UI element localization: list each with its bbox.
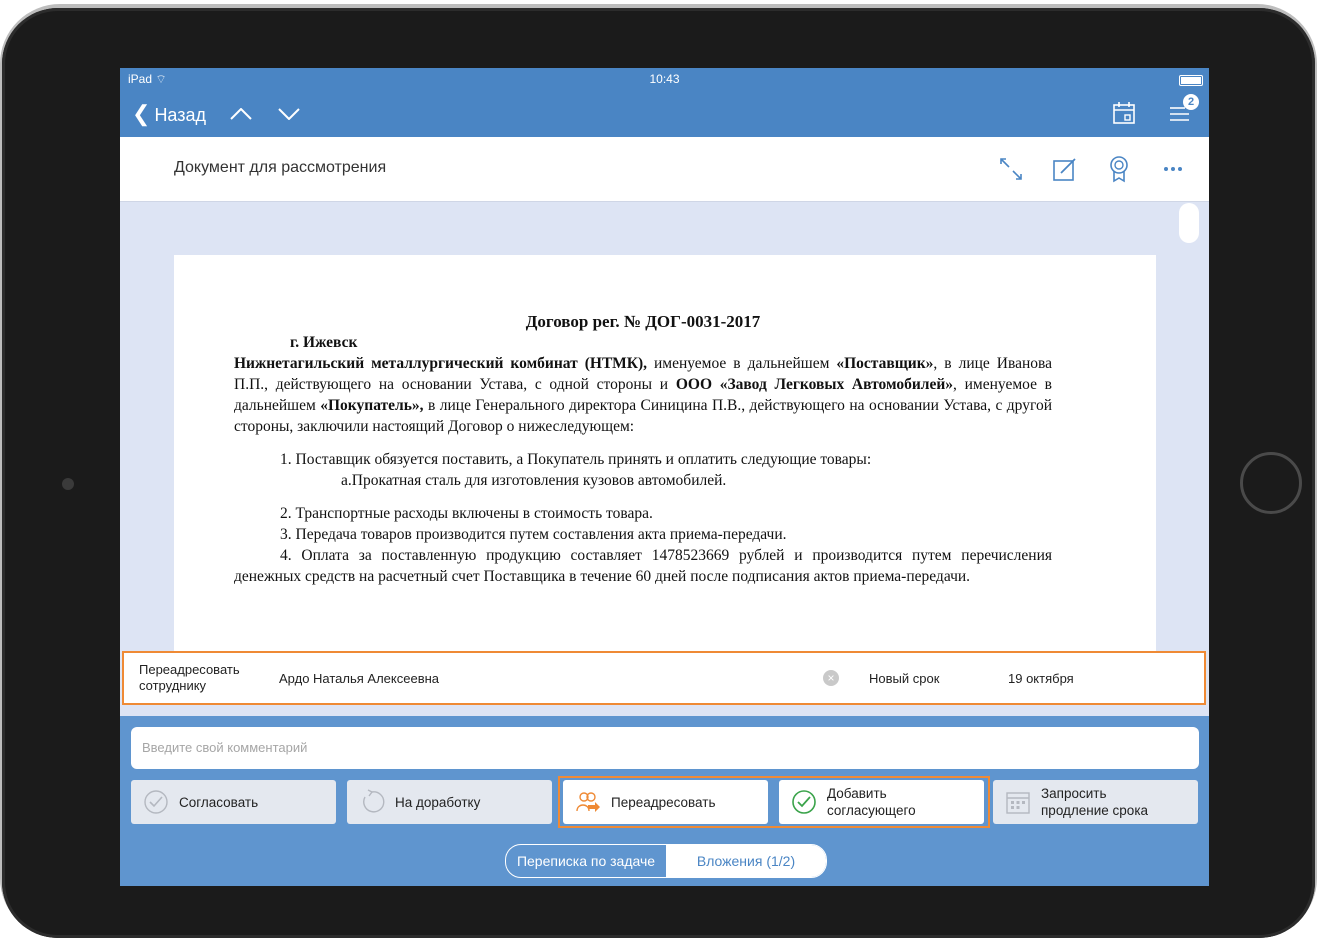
assignee-field[interactable]: Ардо Наталья Алексеевна [279,671,439,686]
notification-badge: 2 [1183,94,1199,110]
more-icon[interactable] [1159,155,1187,183]
scroll-indicator[interactable] [1179,203,1199,243]
status-time: 10:43 [649,72,680,86]
check-circle-icon [792,790,816,814]
screen: iPad ⌔ 10:43 ❮ Назад 2 Документ для рассм… [120,68,1209,886]
camera [62,478,74,490]
rework-button[interactable]: На доработку [347,780,552,824]
title-bar: Документ для рассмотрения [120,137,1209,202]
chevron-up-icon[interactable] [228,103,254,126]
back-button[interactable]: ❮ Назад [132,101,206,127]
check-circle-icon [144,790,168,814]
chevron-left-icon: ❮ [132,101,151,126]
document-page: Договор рег. № ДОГ-0031-2017 г. Ижевск Н… [174,255,1156,655]
calendar-icon[interactable] [1111,100,1139,128]
approve-button[interactable]: Согласовать [131,780,336,824]
award-icon[interactable] [1105,155,1133,183]
list-item: 1. Поставщик обязуется поставить, а Поку… [280,451,872,468]
undo-icon [363,789,385,813]
extend-deadline-button[interactable]: Запросить продление срока [993,780,1198,824]
redirect-panel: Переадресовать сотруднику Ардо Наталья Ал… [122,651,1206,705]
chevron-down-icon[interactable] [276,103,302,126]
redirect-label: Переадресовать сотруднику [139,662,240,693]
action-buttons: Согласовать На доработку Переадресовать … [120,776,1209,828]
list-item: 2. Транспортные расходы включены в стоим… [280,505,653,522]
top-bar: iPad ⌔ 10:43 ❮ Назад 2 [120,68,1209,137]
nav-bar: ❮ Назад [132,101,302,127]
list-item: 4. Оплата за поставленную продукцию сост… [234,547,1052,585]
battery-icon [1179,75,1203,86]
list-item: 3. Передача товаров производится путем с… [280,526,787,543]
users-redirect-icon [576,792,600,812]
title-icons [997,155,1187,183]
deadline-field[interactable]: 19 октября [1008,671,1074,686]
list-item: а.Прокатная сталь для изготовления кузов… [341,472,727,489]
document-paragraph: Нижнетагильский металлургический комбина… [234,355,1052,435]
bottom-toolbar: Введите свой комментарий Согласовать На … [120,716,1209,886]
expand-icon[interactable] [997,155,1025,183]
bottom-tabs: Переписка по задаче Вложения (1/2) [505,844,827,878]
add-approver-button[interactable]: Добавить согласующего [779,780,984,824]
task-list-icon[interactable]: 2 [1167,94,1199,128]
clear-icon[interactable]: × [823,670,839,686]
page-title: Документ для рассмотрения [174,159,387,176]
document-heading: Договор рег. № ДОГ-0031-2017 [525,312,761,331]
tab-attachments[interactable]: Вложения (1/2) [666,845,826,877]
comment-input[interactable]: Введите свой комментарий [131,727,1199,769]
redirect-button[interactable]: Переадресовать [563,780,768,824]
document-text: Договор рег. № ДОГ-0031-2017 г. Ижевск Н… [234,311,1052,587]
tab-correspondence[interactable]: Переписка по задаче [506,845,666,877]
deadline-label: Новый срок [869,671,940,686]
home-button[interactable] [1240,452,1302,514]
calendar-grid-icon [1006,792,1030,814]
document-city: г. Ижевск [290,334,358,351]
top-icons: 2 [1111,94,1199,128]
edit-icon[interactable] [1051,155,1079,183]
